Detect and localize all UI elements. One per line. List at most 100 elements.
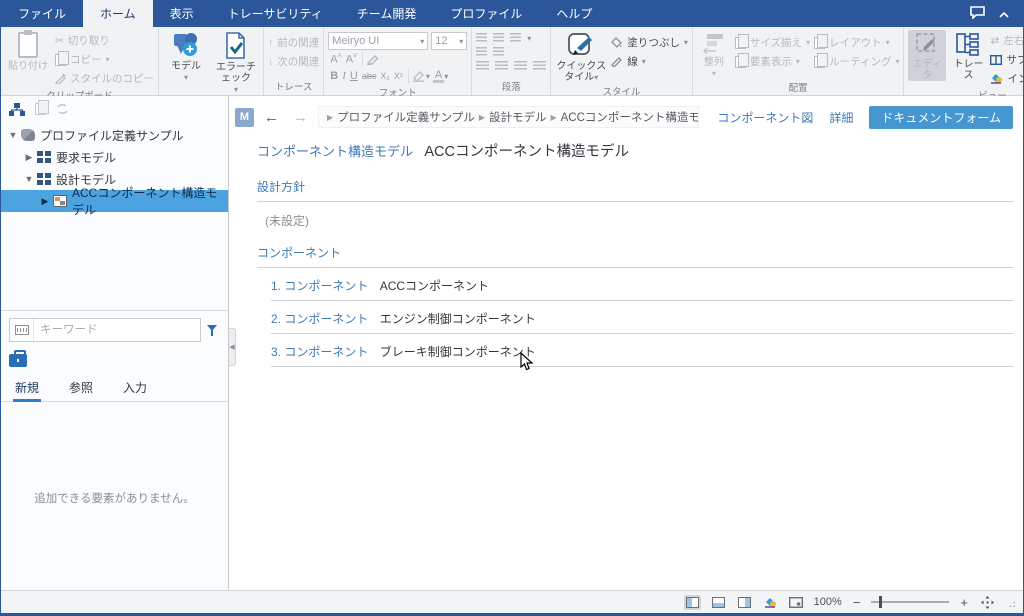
- align-right-icon[interactable]: [514, 61, 527, 71]
- component-diagram-link[interactable]: コンポーネント図: [717, 109, 813, 126]
- components-heading[interactable]: コンポーネント: [257, 231, 1013, 268]
- breadcrumb-item[interactable]: 設計モデル: [489, 109, 547, 125]
- feedback-bubble-icon[interactable]: [970, 6, 985, 22]
- menu-tab-view[interactable]: 表示: [153, 0, 211, 27]
- horizontal-split-button[interactable]: [710, 595, 727, 610]
- menu-tab-file[interactable]: ファイル: [1, 0, 83, 27]
- sidebar-collapse-handle[interactable]: ◀: [229, 328, 236, 366]
- vertical-split-button[interactable]: [736, 595, 753, 610]
- breadcrumb-item[interactable]: プロファイル定義サンプル: [337, 109, 475, 125]
- toolbox-tab-input[interactable]: 入力: [121, 376, 149, 401]
- element-view-button[interactable]: 要素表示▾: [735, 53, 810, 70]
- shrink-font-button[interactable]: A˅: [344, 53, 359, 66]
- tree-item-profile-sample[interactable]: ▼ プロファイル定義サンプル: [1, 124, 228, 146]
- prev-relation-button[interactable]: ↑ 前の関連: [268, 34, 319, 51]
- subscript-button[interactable]: X₂: [378, 71, 392, 81]
- clear-format-icon[interactable]: [366, 54, 379, 65]
- next-relation-button[interactable]: ↓ 次の関連: [268, 53, 319, 70]
- numbered-list-icon[interactable]: [493, 33, 504, 43]
- component-item[interactable]: 1. コンポーネント ACCコンポーネント: [271, 268, 1013, 301]
- resize-grip[interactable]: [1005, 597, 1015, 607]
- tree-item-acc-structure-model[interactable]: ▶ ACCコンポーネント構造モデル: [1, 190, 228, 212]
- font-family-select[interactable]: Meiryo UI▾: [328, 32, 428, 50]
- layout-button[interactable]: レイアウト▾: [814, 34, 899, 51]
- breadcrumb-item[interactable]: ACCコンポーネント構造モデル: [561, 109, 700, 125]
- model-tree-view-icon[interactable]: [9, 103, 25, 116]
- filter-icon[interactable]: [207, 323, 221, 337]
- bullet-list-icon[interactable]: [476, 33, 487, 43]
- italic-button[interactable]: I: [340, 70, 348, 82]
- toolbox-tab-reference[interactable]: 参照: [67, 376, 95, 401]
- superscript-button[interactable]: X²: [392, 71, 405, 81]
- align-left-icon[interactable]: [476, 61, 489, 71]
- component-item[interactable]: 2. コンポーネント エンジン制御コンポーネント: [271, 301, 1013, 334]
- expander-right-icon[interactable]: ▶: [39, 196, 51, 207]
- expander-down-icon[interactable]: ▼: [23, 174, 35, 184]
- keyword-search-input[interactable]: [34, 324, 200, 336]
- expander-down-icon[interactable]: ▼: [7, 130, 19, 140]
- editor-view-button[interactable]: エディタ: [908, 30, 946, 81]
- bold-button[interactable]: B: [328, 70, 340, 82]
- detail-link[interactable]: 詳細: [829, 109, 853, 126]
- sync-view-icon[interactable]: [56, 103, 69, 115]
- menu-tab-profile[interactable]: プロファイル: [433, 0, 539, 27]
- grow-font-button[interactable]: A˄: [328, 53, 343, 66]
- font-size-select[interactable]: 12▾: [431, 32, 467, 50]
- component-item-label[interactable]: 2. コンポーネント: [271, 312, 368, 326]
- zoom-out-button[interactable]: −: [851, 595, 863, 610]
- subeditor-button[interactable]: サブエディタ: [990, 51, 1024, 68]
- component-item-name[interactable]: ブレーキ制御コンポーネント: [380, 345, 536, 359]
- back-button[interactable]: ←: [260, 109, 283, 126]
- menu-tab-home[interactable]: ホーム: [83, 0, 153, 27]
- quick-style-button[interactable]: クイックスタイル▾: [555, 30, 607, 83]
- underline-button[interactable]: U: [348, 70, 360, 82]
- component-item-label[interactable]: 3. コンポーネント: [271, 345, 368, 359]
- routing-button[interactable]: ルーティング▾: [814, 53, 899, 70]
- paste-button[interactable]: 貼り付け: [5, 30, 51, 72]
- menu-tab-team[interactable]: チーム開発: [340, 0, 434, 27]
- minimap-button[interactable]: [788, 595, 805, 610]
- menu-tab-help[interactable]: ヘルプ: [539, 0, 609, 27]
- fill-button[interactable]: 塗りつぶし▾: [611, 34, 688, 51]
- design-policy-heading[interactable]: 設計方針: [257, 165, 1013, 202]
- highlight-color-icon[interactable]: [412, 70, 426, 82]
- style-copy-button[interactable]: スタイルのコピー: [55, 70, 154, 87]
- align-center-icon[interactable]: [495, 61, 508, 71]
- font-color-icon[interactable]: A: [433, 70, 444, 83]
- zoom-slider-thumb[interactable]: [879, 596, 882, 608]
- document-form-button[interactable]: ドキュメントフォーム: [869, 106, 1013, 129]
- inspector-toggle-button[interactable]: [762, 595, 779, 610]
- decrease-indent-icon[interactable]: [476, 47, 487, 57]
- single-pane-button[interactable]: [684, 595, 701, 610]
- zoom-in-button[interactable]: +: [958, 595, 970, 610]
- component-item[interactable]: 3. コンポーネント ブレーキ制御コンポーネント: [271, 334, 1013, 367]
- error-check-button[interactable]: エラーチェック ▾: [213, 30, 259, 95]
- increase-indent-icon[interactable]: [493, 47, 504, 57]
- pan-button[interactable]: [979, 595, 996, 610]
- design-policy-value[interactable]: (未設定): [257, 202, 1013, 231]
- align-justify-icon[interactable]: [533, 61, 546, 71]
- copy-button[interactable]: コピー▾: [55, 51, 154, 68]
- trace-view-button[interactable]: トレース: [950, 30, 986, 81]
- forward-button[interactable]: →: [289, 109, 312, 126]
- zoom-slider[interactable]: [871, 601, 949, 603]
- line-button[interactable]: 線▾: [611, 53, 688, 70]
- collapse-ribbon-icon[interactable]: [999, 7, 1009, 21]
- component-item-name[interactable]: エンジン制御コンポーネント: [380, 312, 536, 326]
- expander-right-icon[interactable]: ▶: [23, 152, 35, 163]
- strikethrough-button[interactable]: abc: [360, 71, 379, 81]
- model-button[interactable]: モデル ▾: [163, 30, 209, 83]
- cut-button[interactable]: ✂ 切り取り: [55, 32, 154, 49]
- tree-item-requirement-model[interactable]: ▶ 要求モデル: [1, 146, 228, 168]
- align-objects-button[interactable]: 整列 ▾: [697, 30, 731, 79]
- multilevel-list-icon[interactable]: [510, 33, 521, 43]
- secondary-view-icon[interactable]: [35, 103, 46, 115]
- size-match-button[interactable]: サイズ揃え▾: [735, 34, 810, 51]
- menu-tab-traceability[interactable]: トレーサビリティ: [211, 0, 340, 27]
- swap-lr-button[interactable]: ⇄ 左右を入れ替え: [990, 32, 1024, 49]
- inspector-button[interactable]: インスペクタ: [990, 70, 1024, 87]
- component-item-label[interactable]: 1. コンポーネント: [271, 279, 368, 293]
- zoom-level[interactable]: 100%: [814, 596, 842, 608]
- toolbox-tab-new[interactable]: 新規: [13, 376, 41, 401]
- component-item-name[interactable]: ACCコンポーネント: [380, 279, 489, 293]
